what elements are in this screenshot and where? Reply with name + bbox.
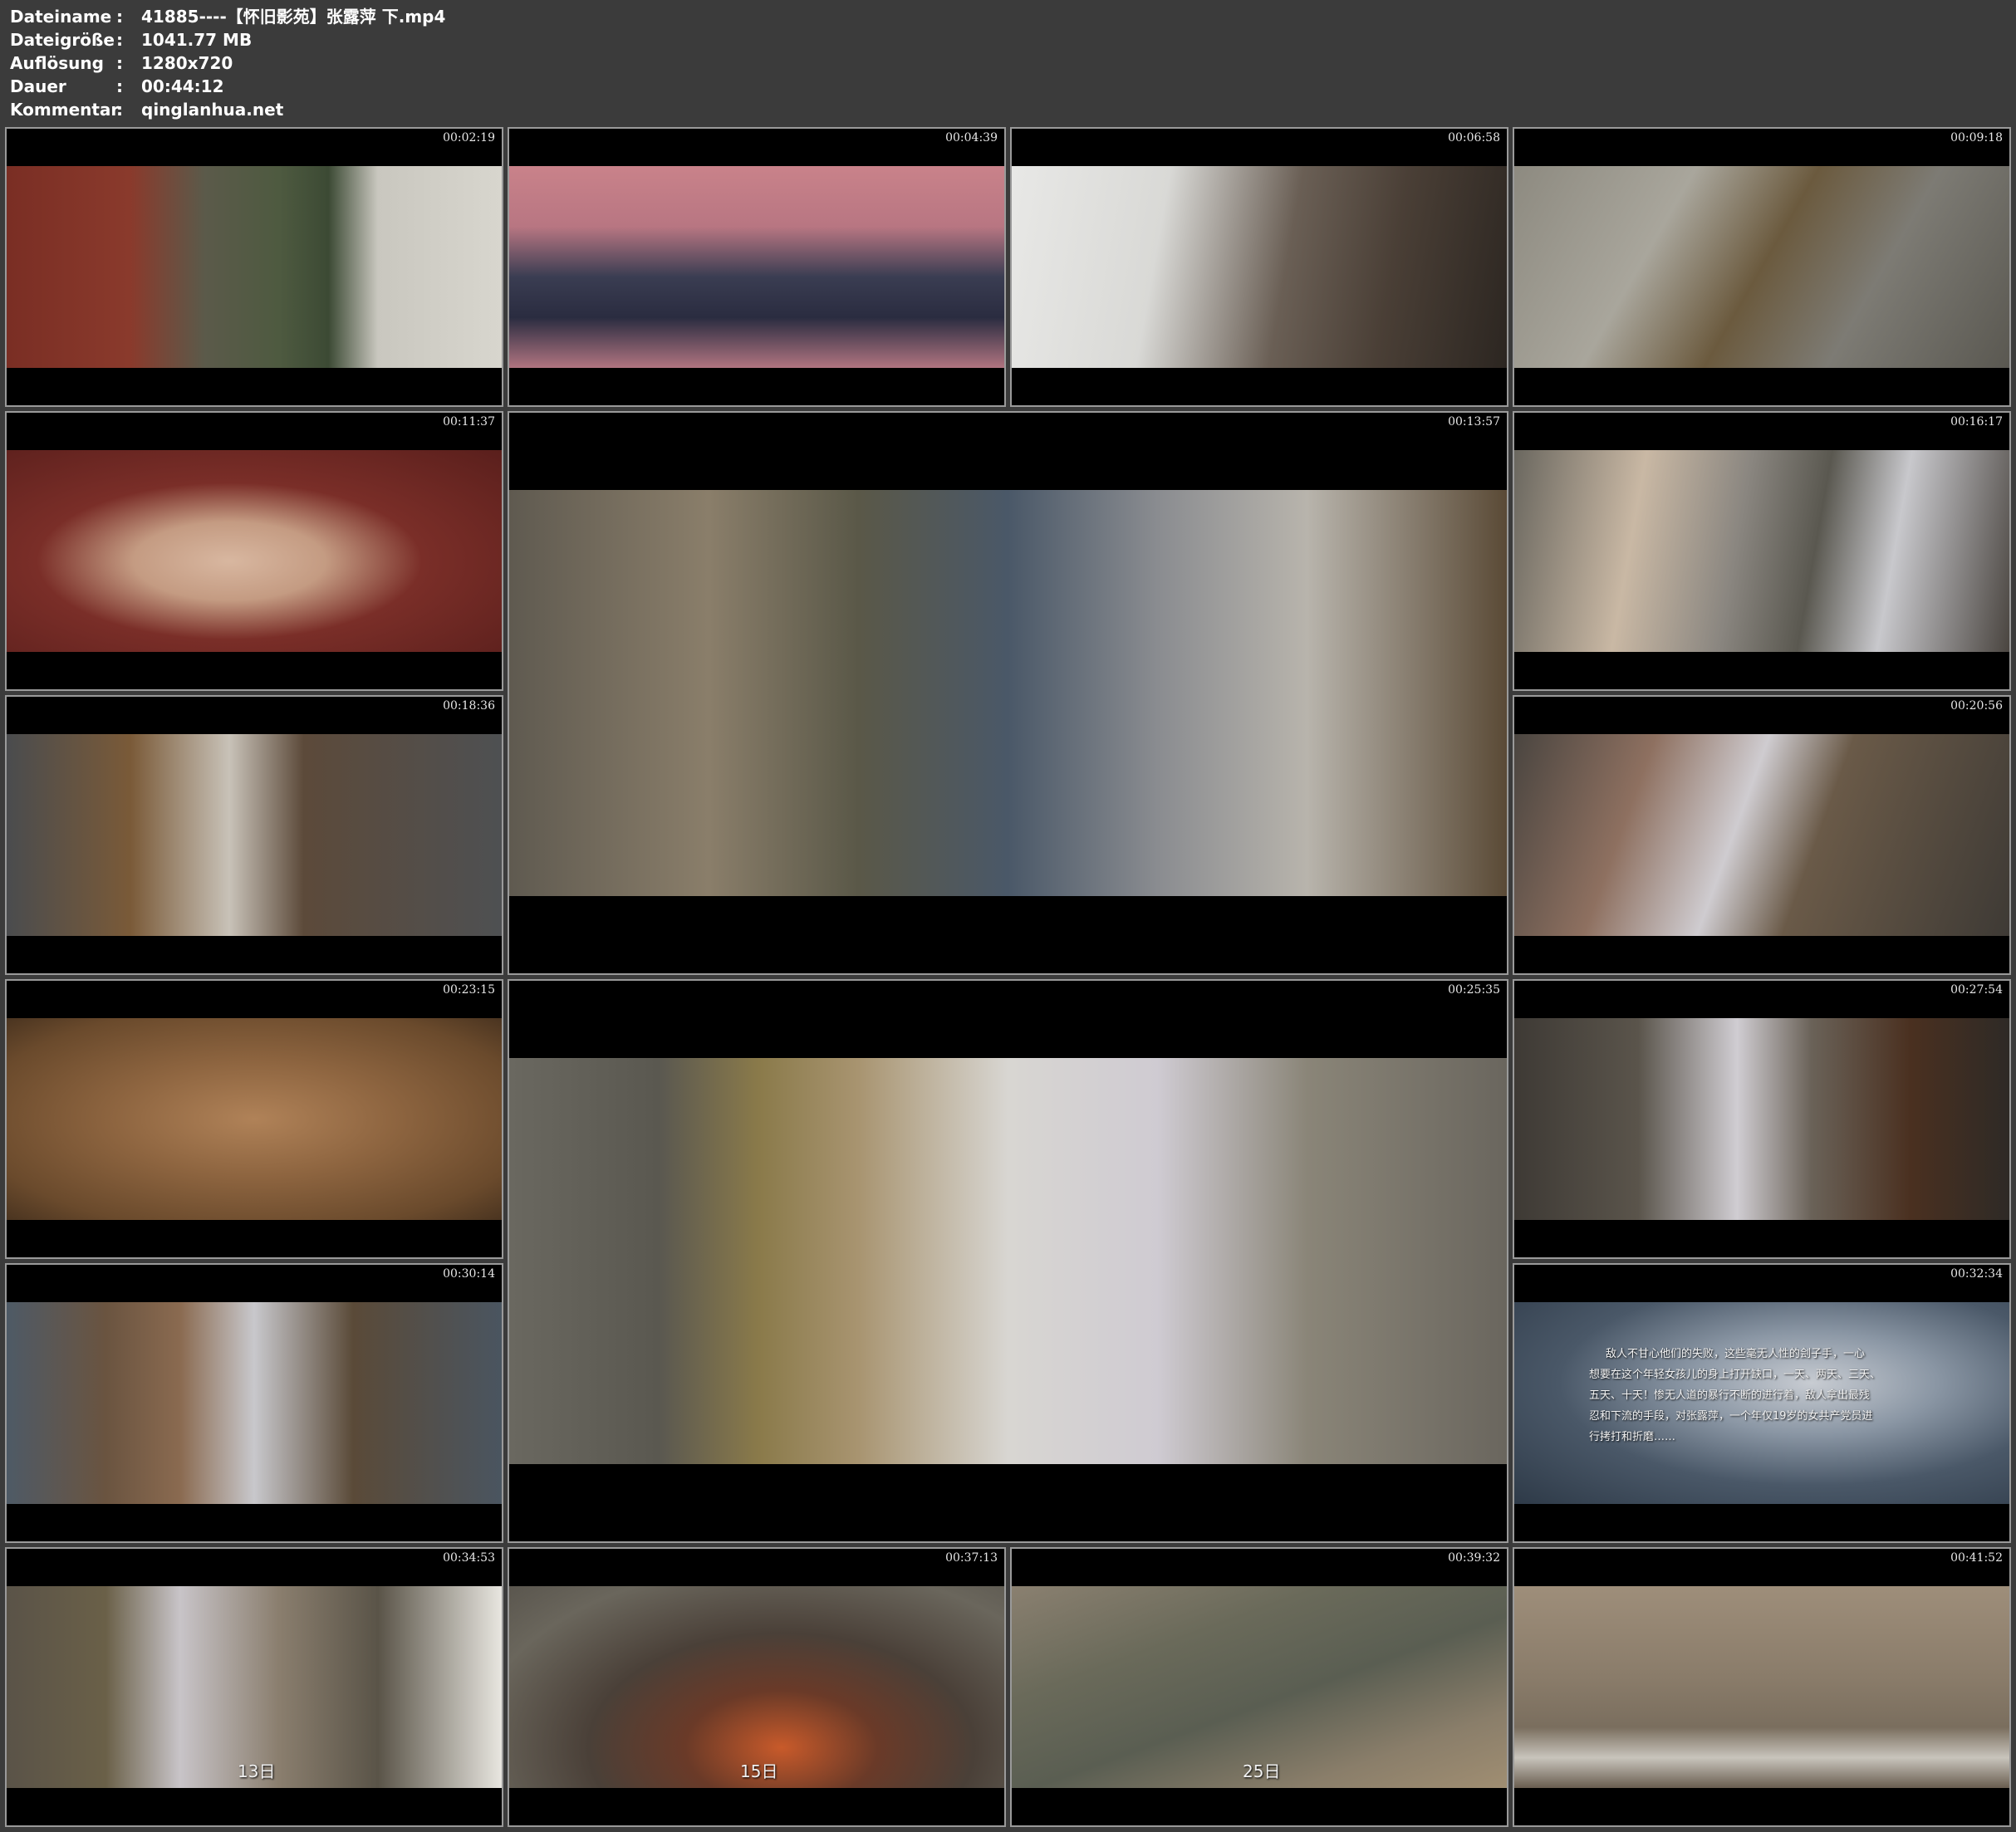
info-separator: :	[116, 76, 123, 96]
thumbnail-caption: 13日	[238, 1761, 276, 1781]
thumbnail-timestamp: 00:06:58	[1448, 131, 1500, 145]
subtitle-line: 行拷打和折磨……	[1589, 1431, 1676, 1443]
info-value: 1041.77 MB	[141, 30, 253, 50]
subtitle-line: 敌人不甘心他们的失败，这些毫无人性的刽子手，一心	[1606, 1348, 1866, 1360]
thumbnail-timestamp: 00:39:32	[1448, 1551, 1500, 1565]
thumbnail-storm-clouds-text[interactable]: 00:32:34 敌人不甘心他们的失败，这些毫无人性的刽子手，一心想要在这个年轻女…	[1513, 1263, 2011, 1543]
thumbnail-sunset-clouds[interactable]: 00:04:39	[508, 127, 1006, 407]
info-label: Dateiname	[10, 7, 112, 27]
subtitle-line: 想要在这个年轻女孩儿的身上打开缺口，一天、两天、三天、	[1589, 1369, 1881, 1381]
info-row-duration: Dauer : 00:44:12	[10, 75, 445, 98]
thumbnail-timestamp: 00:32:34	[1950, 1267, 2003, 1281]
info-label: Auflösung	[10, 53, 104, 73]
thumbnail-shoes-on-floor[interactable]: 00:41:52	[1513, 1547, 2011, 1827]
info-row-comment: Kommentar : qinglanhua.net	[10, 98, 445, 121]
thumbnail-blurred-closeup[interactable]: 00:23:15	[5, 979, 503, 1259]
thumbnail-timestamp: 00:23:15	[443, 983, 495, 997]
thumbnail-woman-on-bench[interactable]: 00:20:56	[1513, 695, 2011, 975]
scene-image	[1514, 450, 2009, 652]
scene-image	[509, 490, 1507, 896]
thumbnail-iron-in-fire[interactable]: 00:37:13 15日	[508, 1547, 1006, 1827]
thumbnail-timestamp: 00:02:19	[443, 131, 495, 145]
thumbnail-stone-slab[interactable]: 00:39:32 25日	[1010, 1547, 1508, 1827]
thumbnail-timestamp: 00:09:18	[1950, 131, 2003, 145]
scene-image	[7, 734, 502, 936]
info-value: qinglanhua.net	[141, 100, 284, 120]
thumbnail-interrogation-room[interactable]: 00:13:57	[508, 411, 1508, 975]
scene-image	[509, 166, 1004, 368]
thumbnail-woman-head-down[interactable]: 00:18:36	[5, 695, 503, 975]
subtitle-line: 五天、十天！惨无人道的暴行不断的进行着，敌人拿出最残	[1589, 1389, 1871, 1402]
thumbnail-timestamp: 00:34:53	[443, 1551, 495, 1565]
scene-image	[1012, 166, 1507, 368]
scene-image	[1514, 1018, 2009, 1220]
info-separator: :	[116, 7, 123, 27]
scene-image	[7, 1018, 502, 1220]
thumbnail-timestamp: 00:18:36	[443, 699, 495, 713]
scene-image	[7, 450, 502, 652]
thumbnail-caption: 25日	[1243, 1761, 1281, 1781]
info-separator: :	[116, 30, 123, 50]
thumbnail-torn-dress-closeup[interactable]: 00:25:35	[508, 979, 1508, 1543]
info-row-resolution: Auflösung : 1280x720	[10, 51, 445, 75]
thumbnail-timestamp: 00:27:54	[1950, 983, 2003, 997]
thumbnail-timestamp: 00:04:39	[945, 131, 998, 145]
thumbnail-timestamp: 00:20:56	[1950, 699, 2003, 713]
thumbnail-woman-suspended[interactable]: 00:34:53 13日	[5, 1547, 503, 1827]
scene-image	[7, 166, 502, 368]
info-separator: :	[116, 53, 123, 73]
info-value: 41885----【怀旧影苑】张露萍 下.mp4	[141, 7, 446, 27]
scene-image	[7, 1302, 502, 1504]
info-separator: :	[116, 100, 123, 120]
thumbnail-timestamp: 00:13:57	[1448, 415, 1500, 429]
thumbnail-woman-tied-to-chair[interactable]: 00:16:17	[1513, 411, 2011, 691]
info-value: 1280x720	[141, 53, 233, 73]
thumbnail-caption: 15日	[740, 1761, 778, 1781]
scene-image	[1514, 734, 2009, 936]
thumbnail-timestamp: 00:25:35	[1448, 983, 1500, 997]
info-label: Dateigröße	[10, 30, 115, 50]
scene-image	[509, 1058, 1507, 1464]
thumbnail-woman-restrained[interactable]: 00:09:18	[1513, 127, 2011, 407]
thumbnail-timestamp: 00:41:52	[1950, 1551, 2003, 1565]
info-value: 00:44:12	[141, 76, 224, 96]
thumbnail-woman-on-floor[interactable]: 00:06:58	[1010, 127, 1508, 407]
thumbnail-timestamp: 00:11:37	[443, 415, 495, 429]
thumbnail-woman-arms-raised[interactable]: 00:27:54	[1513, 979, 2011, 1259]
thumbnail-timestamp: 00:37:13	[945, 1551, 998, 1565]
info-label: Dauer	[10, 76, 66, 96]
info-row-filename: Dateiname : 41885----【怀旧影苑】张露萍 下.mp4	[10, 5, 445, 28]
thumbnail-timestamp: 00:30:14	[443, 1267, 495, 1281]
info-label: Kommentar	[10, 100, 120, 120]
file-info-panel: Dateiname : 41885----【怀旧影苑】张露萍 下.mp4 Dat…	[10, 5, 445, 121]
thumbnail-timestamp: 00:16:17	[1950, 415, 2003, 429]
thumbnail-woman-face-closeup[interactable]: 00:11:37	[5, 411, 503, 691]
thumbnail-woman-in-chair[interactable]: 00:30:14	[5, 1263, 503, 1543]
info-row-filesize: Dateigröße : 1041.77 MB	[10, 28, 445, 51]
subtitle-line: 忍和下流的手段，对张露萍，一个年仅19岁的女共产党员进	[1589, 1410, 1873, 1423]
thumbnail-guard-in-uniform[interactable]: 00:02:19	[5, 127, 503, 407]
scene-image	[1514, 166, 2009, 368]
scene-image	[1514, 1586, 2009, 1788]
